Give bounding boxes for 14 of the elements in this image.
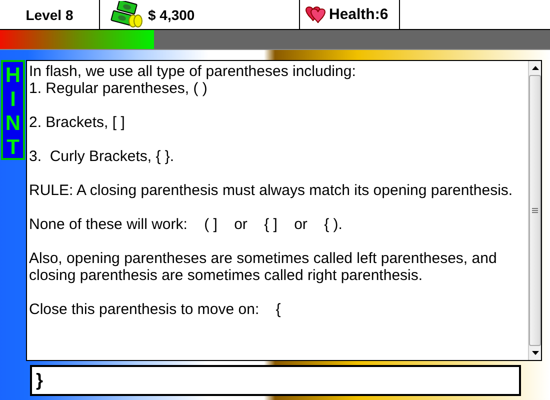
hint-text: 2. Brackets, [ ] (29, 114, 126, 131)
level-label: Level 8 (26, 6, 74, 22)
hint-text: Close this parenthesis to move on: { (29, 301, 282, 318)
hint-text: In flash, we use all type of parentheses including: (29, 63, 357, 80)
hint-text: Also, opening parentheses are sometimes called left parentheses, and closing parenthesis are sometimes called right parenthesis. (29, 250, 498, 284)
hint-text: 3. Curly Brackets, { }. (29, 148, 176, 165)
answer-field[interactable]: } (30, 365, 521, 396)
money-amount: $ 4,300 (148, 6, 195, 22)
hint-text: None of these will work: ( ] or { ] or { ). (29, 216, 344, 233)
health-label: Health:6 (329, 6, 388, 23)
scroll-bar[interactable] (528, 61, 541, 360)
scroll-thumb[interactable] (529, 75, 541, 346)
hint-text: 1. Regular parentheses, ( ) (29, 80, 208, 97)
hint-text: RULE: A closing parenthesis must always match its opening parenthesis. (29, 182, 514, 199)
